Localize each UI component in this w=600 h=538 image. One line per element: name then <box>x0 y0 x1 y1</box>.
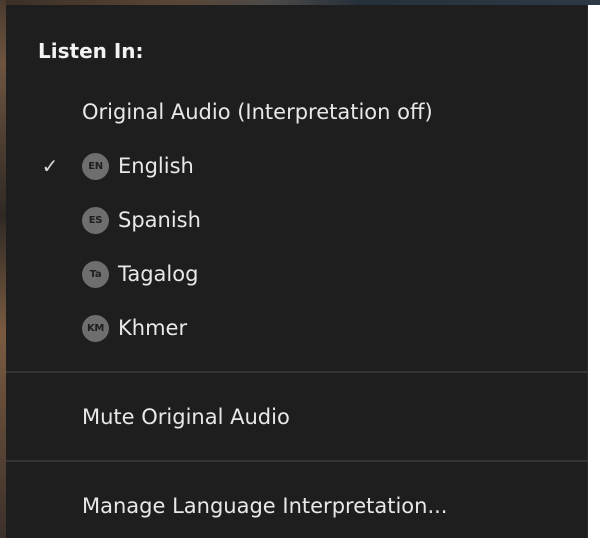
menu-title: Listen In: <box>38 39 144 63</box>
interpretation-menu: Listen In: Original Audio (Interpretatio… <box>6 5 588 538</box>
menu-item-label: English <box>118 154 194 178</box>
menu-divider <box>6 371 588 373</box>
menu-item-label: Khmer <box>118 316 188 340</box>
screen: Listen In: Original Audio (Interpretatio… <box>0 0 600 538</box>
menu-item-khmer[interactable]: KM Khmer <box>6 305 588 351</box>
menu-item-label: Original Audio (Interpretation off) <box>82 100 433 124</box>
menu-item-label: Manage Language Interpretation... <box>82 494 448 518</box>
menu-item-spanish[interactable]: ES Spanish <box>6 197 588 243</box>
language-badge-icon: EN <box>82 152 109 180</box>
checkmark-icon: ✓ <box>41 154 59 178</box>
menu-item-english[interactable]: ✓ EN English <box>6 143 588 189</box>
menu-item-label: Spanish <box>118 208 201 232</box>
menu-item-tagalog[interactable]: Ta Tagalog <box>6 251 588 297</box>
menu-divider <box>6 460 588 462</box>
menu-item-mute-original-audio[interactable]: Mute Original Audio <box>6 394 588 440</box>
menu-item-original-audio[interactable]: Original Audio (Interpretation off) <box>6 89 588 135</box>
language-badge-icon: Ta <box>82 260 109 288</box>
language-badge-icon: ES <box>82 206 109 234</box>
language-badge-icon: KM <box>82 314 109 342</box>
menu-item-manage-language-interpretation[interactable]: Manage Language Interpretation... <box>6 483 588 529</box>
menu-item-label: Mute Original Audio <box>82 405 290 429</box>
menu-item-label: Tagalog <box>118 262 199 286</box>
